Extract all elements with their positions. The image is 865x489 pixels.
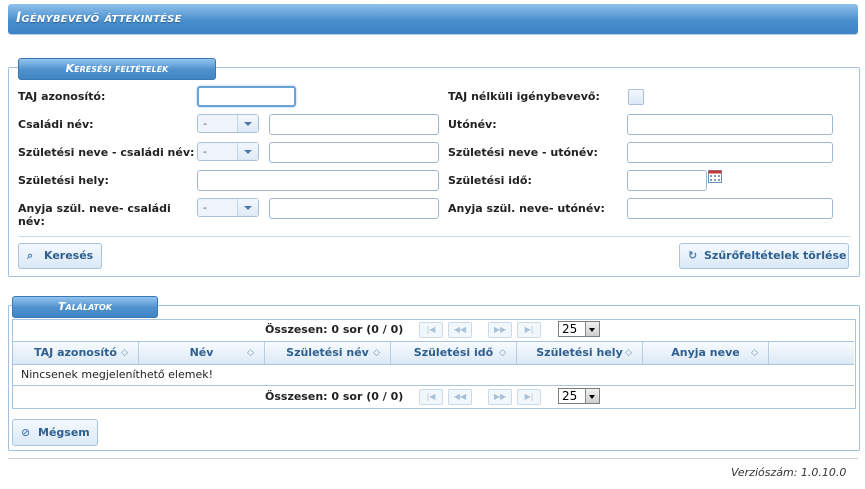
column-header-birth-date[interactable]: Születési idő ◇: [391, 342, 517, 364]
clear-filters-button[interactable]: ↻ Szűrőfeltételek törlése: [679, 243, 849, 269]
chevron-down-icon: [585, 322, 599, 336]
chevron-down-icon: [585, 389, 599, 403]
refresh-icon: ↻: [688, 249, 698, 262]
search-divider: [18, 236, 850, 237]
results-legend: Találatok: [12, 296, 158, 318]
sort-icon: ◇: [247, 348, 254, 358]
column-header-name[interactable]: Név ◇: [139, 342, 265, 364]
search-legend: Keresési feltételek: [18, 58, 216, 80]
sort-icon: ◇: [373, 348, 380, 358]
taj-input[interactable]: [197, 86, 296, 107]
chevron-down-icon[interactable]: [237, 199, 258, 216]
family-name-label: Családi név:: [18, 118, 94, 131]
column-header-birth-name[interactable]: Születési név ◇: [265, 342, 391, 364]
given-name-label: Utónév:: [448, 118, 497, 131]
cancel-icon: ⊘: [21, 426, 31, 439]
calendar-icon[interactable]: [708, 169, 722, 183]
birth-family-name-label: Születési neve - családi név:: [18, 146, 195, 159]
birth-family-name-input[interactable]: [269, 142, 439, 163]
last-page-button[interactable]: ▶|: [517, 389, 541, 405]
no-taj-checkbox[interactable]: [628, 89, 644, 105]
sort-icon: ◇: [625, 348, 632, 358]
pager-top: Összesen: 0 sor (0 / 0) |◀ ◀◀ ▶▶ ▶| 25: [13, 320, 854, 341]
birth-date-input[interactable]: [627, 170, 707, 191]
column-header-taj[interactable]: TAJ azonosító ◇: [13, 342, 139, 364]
mother-family-operator-select[interactable]: -: [197, 198, 259, 217]
no-taj-label: TAJ nélküli igénybevevő:: [448, 90, 600, 103]
next-page-button[interactable]: ▶▶: [488, 322, 512, 338]
birth-date-label: Születési idő:: [448, 174, 532, 187]
sort-icon: ◇: [751, 348, 758, 358]
birth-family-operator-select[interactable]: -: [197, 142, 259, 161]
birth-place-input[interactable]: [197, 170, 439, 191]
page-title-bar: Igénybevevő áttekintése: [8, 4, 858, 34]
taj-label: TAJ azonosító:: [18, 90, 106, 103]
first-page-button[interactable]: |◀: [419, 322, 443, 338]
search-button[interactable]: ⌕ Keresés: [18, 243, 102, 269]
column-header-birth-place[interactable]: Születési hely ◇: [517, 342, 643, 364]
page-title: Igénybevevő áttekintése: [16, 10, 182, 26]
prev-page-button[interactable]: ◀◀: [448, 389, 472, 405]
summary-text-bottom: Összesen: 0 sor (0 / 0): [265, 390, 404, 403]
rows-per-page-select[interactable]: 25: [558, 321, 600, 337]
given-name-input[interactable]: [627, 114, 833, 135]
summary-text-top: Összesen: 0 sor (0 / 0): [265, 323, 404, 336]
last-page-button[interactable]: ▶|: [517, 322, 541, 338]
version-text: Verziószám: 1.0.10.0: [731, 466, 847, 479]
mother-given-name-input[interactable]: [627, 198, 833, 219]
next-page-button[interactable]: ▶▶: [488, 389, 512, 405]
footer-divider: [8, 458, 858, 459]
sort-icon: ◇: [121, 348, 128, 358]
select-value: -: [203, 145, 207, 158]
empty-message: Nincsenek megjeleníthető elemek!: [21, 368, 213, 381]
table-header: TAJ azonosító ◇ Név ◇ Születési név ◇ Szüle…: [13, 341, 854, 365]
first-page-button[interactable]: |◀: [419, 389, 443, 405]
birth-given-name-input[interactable]: [627, 142, 833, 163]
mother-given-name-label: Anyja szül. neve- utónév:: [448, 202, 605, 215]
select-value: -: [203, 201, 207, 214]
family-name-input[interactable]: [269, 114, 439, 135]
magnifier-icon: ⌕: [27, 249, 34, 262]
mother-family-name-label: Anyja szül. neve- családi név:: [18, 202, 171, 228]
birth-place-label: Születési hely:: [18, 174, 109, 187]
chevron-down-icon[interactable]: [237, 115, 258, 132]
family-name-operator-select[interactable]: -: [197, 114, 259, 133]
pager-bottom: Összesen: 0 sor (0 / 0) |◀ ◀◀ ▶▶ ▶| 25: [13, 386, 854, 407]
cancel-button[interactable]: ⊘ Mégsem: [12, 419, 98, 446]
prev-page-button[interactable]: ◀◀: [448, 322, 472, 338]
chevron-down-icon[interactable]: [237, 143, 258, 160]
mother-family-name-input[interactable]: [269, 198, 439, 219]
column-header-mother-name[interactable]: Anyja neve ◇: [643, 342, 769, 364]
select-value: -: [203, 117, 207, 130]
sort-icon: ◇: [499, 348, 506, 358]
empty-message-row: Nincsenek megjeleníthető elemek!: [13, 364, 854, 386]
rows-per-page-select[interactable]: 25: [558, 388, 600, 404]
birth-given-name-label: Születési neve - utónév:: [448, 146, 598, 159]
